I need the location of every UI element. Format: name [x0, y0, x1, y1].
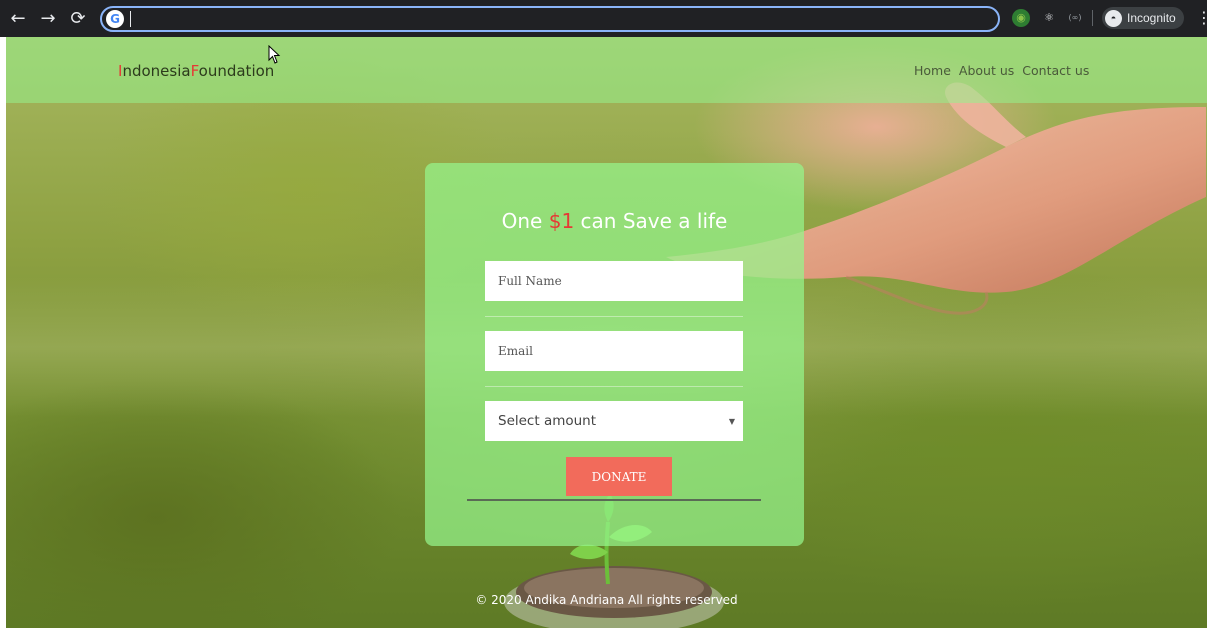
extension-react-icon[interactable]: ⚛	[1040, 9, 1058, 27]
back-arrow-icon[interactable]: ←	[6, 7, 30, 31]
amount-select[interactable]: Select amount ▼	[485, 401, 743, 441]
reload-icon[interactable]: ⟳	[66, 7, 90, 31]
field-divider	[485, 316, 743, 317]
extension-shield-icon[interactable]: ◉	[1012, 9, 1030, 27]
donate-button[interactable]: DONATE	[566, 457, 672, 496]
incognito-badge[interactable]: ◓ Incognito	[1102, 7, 1184, 29]
toolbar-divider	[1092, 10, 1093, 26]
incognito-icon: ◓	[1105, 9, 1122, 27]
page-viewport: IndonesiaFoundation Home About us Contac…	[6, 37, 1207, 628]
dropdown-arrow-icon: ▼	[728, 416, 735, 426]
brand-text-part2: oundation	[198, 62, 275, 80]
full-name-placeholder: Full Name	[498, 274, 562, 288]
brand-text-part1: ndonesia	[122, 62, 191, 80]
form-underline	[467, 499, 761, 501]
browser-menu-icon[interactable]: ⋮	[1196, 8, 1207, 28]
extension-bracket-icon[interactable]: (∞)	[1066, 9, 1084, 27]
google-icon: G	[106, 10, 124, 28]
incognito-label: Incognito	[1127, 11, 1176, 25]
title-prefix: One	[501, 209, 549, 233]
forward-arrow-icon[interactable]: →	[36, 7, 60, 31]
browser-toolbar: ← → ⟳ G ◉ ⚛ (∞) ◓ Incognito ⋮	[0, 0, 1207, 37]
field-divider	[485, 386, 743, 387]
donation-card: One $1 can Save a life Full Name Email S…	[425, 163, 804, 546]
amount-select-value: Select amount	[498, 413, 597, 429]
address-bar[interactable]: G	[100, 6, 1000, 32]
full-name-input[interactable]: Full Name	[485, 261, 743, 301]
nav-link-contact[interactable]: Contact us	[1022, 63, 1089, 78]
title-amount: $1	[548, 209, 575, 233]
mouse-pointer-icon	[268, 45, 281, 64]
brand-initial-f: F	[190, 62, 199, 80]
card-title: One $1 can Save a life	[425, 209, 804, 233]
email-placeholder: Email	[498, 344, 533, 358]
brand-logo[interactable]: IndonesiaFoundation	[118, 62, 274, 80]
email-input[interactable]: Email	[485, 331, 743, 371]
site-header: IndonesiaFoundation Home About us Contac…	[6, 37, 1207, 103]
nav-link-about[interactable]: About us	[959, 63, 1014, 78]
main-nav: Home About us Contact us	[914, 63, 1089, 78]
nav-link-home[interactable]: Home	[914, 63, 951, 78]
footer-copyright: © 2020 Andika Andriana All rights reserv…	[475, 593, 738, 607]
title-suffix: can Save a life	[574, 209, 728, 233]
text-caret	[130, 11, 131, 27]
